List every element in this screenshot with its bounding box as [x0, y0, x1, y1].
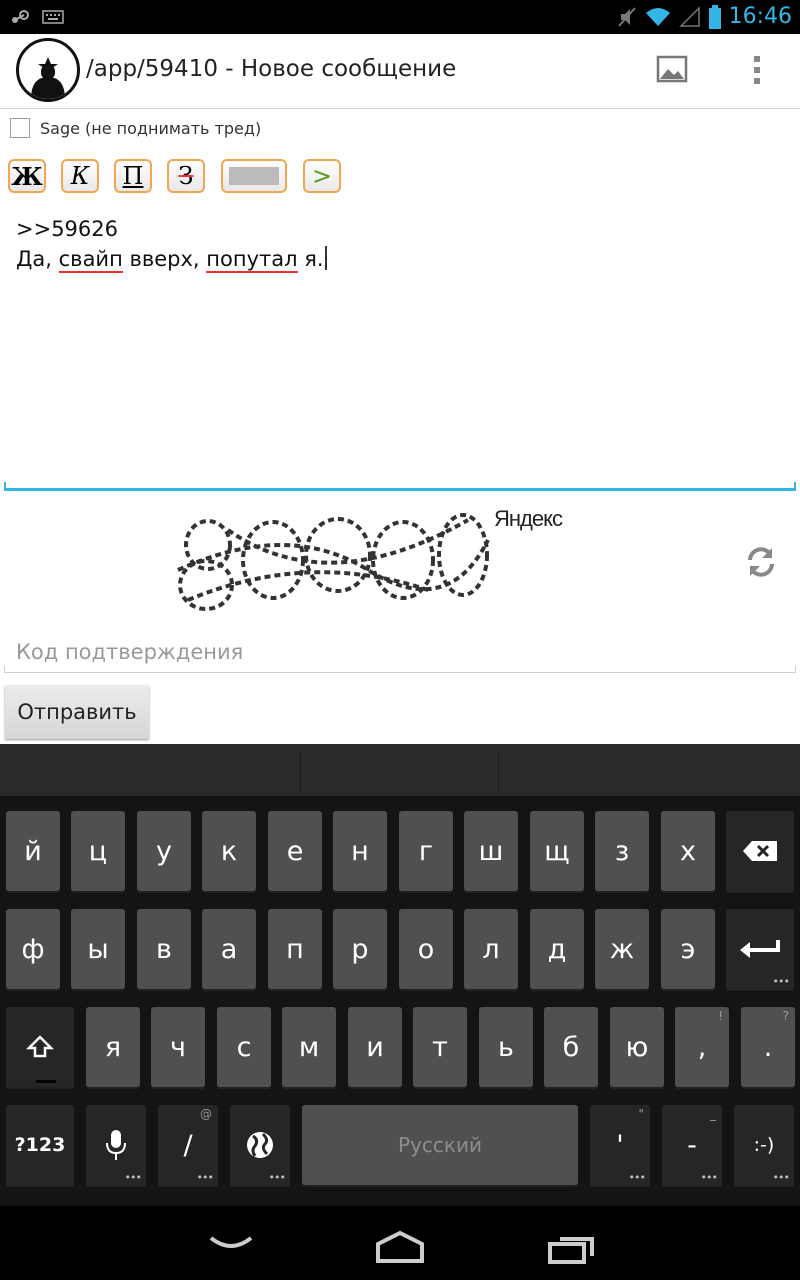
key-ц[interactable]: ц: [71, 811, 125, 891]
text-cursor: [324, 246, 327, 270]
mute-icon: [617, 6, 636, 27]
steam-icon: [12, 10, 29, 23]
message-line-2: Да, свайп вверх, попутал я.: [16, 244, 786, 274]
symbols-key[interactable]: ?123: [6, 1105, 74, 1185]
mic-key[interactable]: •••: [86, 1105, 146, 1185]
shift-icon: [26, 1035, 54, 1058]
key-у[interactable]: у: [137, 811, 191, 891]
navigation-bar: [0, 1206, 800, 1280]
page-title: /app/59410 - Новое сообщение: [86, 56, 457, 82]
sage-checkbox[interactable]: [10, 118, 30, 138]
bold-button[interactable]: Ж: [8, 159, 46, 193]
captcha-code-input[interactable]: Код подтверждения: [16, 640, 243, 664]
key-comma[interactable]: ,!: [675, 1007, 729, 1087]
message-input[interactable]: >>59626 Да, свайп вверх, попутал я.: [16, 214, 786, 274]
keyboard: й ц у к е н г ш щ з х ф ы в а п р о л д …: [0, 744, 800, 1206]
underline-button[interactable]: П: [114, 159, 152, 193]
app-logo[interactable]: [16, 38, 80, 102]
key-р[interactable]: р: [333, 909, 387, 989]
image-icon[interactable]: [656, 54, 688, 86]
key-ж[interactable]: ж: [595, 909, 649, 989]
quote-button[interactable]: >: [303, 159, 341, 193]
key-ы[interactable]: ы: [71, 909, 125, 989]
key-ь[interactable]: ь: [479, 1007, 533, 1087]
key-ф[interactable]: ф: [6, 909, 60, 989]
key-з[interactable]: з: [595, 811, 649, 891]
language-key[interactable]: •••: [230, 1105, 290, 1185]
overflow-menu-icon[interactable]: [745, 54, 769, 86]
sage-option[interactable]: Sage (не поднимать тред): [10, 118, 261, 138]
spoiler-button[interactable]: [221, 159, 287, 193]
space-key[interactable]: Русский: [302, 1105, 578, 1185]
signal-icon: [678, 5, 700, 27]
apostrophe-key[interactable]: ' " •••: [590, 1105, 650, 1185]
key-с[interactable]: с: [217, 1007, 271, 1087]
key-к[interactable]: к: [202, 811, 256, 891]
mic-icon: [106, 1130, 126, 1160]
key-в[interactable]: в: [137, 909, 191, 989]
captcha-image: Яндекс: [168, 500, 568, 618]
backspace-icon: [743, 841, 777, 861]
recents-icon[interactable]: [548, 1230, 596, 1266]
sage-label: Sage (не поднимать тред): [40, 118, 262, 138]
message-line-1: >>59626: [16, 217, 118, 241]
captcha-provider-logo: Яндекс: [494, 506, 563, 531]
key-ч[interactable]: ч: [151, 1007, 205, 1087]
message-underline: [4, 482, 796, 491]
suggestion-strip[interactable]: [0, 744, 800, 796]
enter-key[interactable]: •••: [726, 909, 794, 989]
key-ю[interactable]: ю: [610, 1007, 664, 1087]
key-э[interactable]: э: [661, 909, 715, 989]
smiley-key[interactable]: :-) •••: [734, 1105, 794, 1185]
action-bar: /app/59410 - Новое сообщение: [0, 34, 800, 109]
strike-button[interactable]: З: [167, 159, 205, 193]
keyboard-icon: [42, 10, 64, 24]
back-icon[interactable]: [208, 1234, 254, 1254]
key-т[interactable]: т: [413, 1007, 467, 1087]
key-а[interactable]: а: [202, 909, 256, 989]
key-п[interactable]: п: [268, 909, 322, 989]
globe-icon: [247, 1132, 273, 1158]
shift-key[interactable]: [6, 1007, 74, 1087]
key-ш[interactable]: ш: [464, 811, 518, 891]
key-щ[interactable]: щ: [530, 811, 584, 891]
dash-key[interactable]: - _ •••: [662, 1105, 722, 1185]
italic-button[interactable]: К: [61, 159, 99, 193]
code-underline: [4, 666, 796, 673]
key-я[interactable]: я: [86, 1007, 140, 1087]
key-б[interactable]: б: [544, 1007, 598, 1087]
key-е[interactable]: е: [268, 811, 322, 891]
key-х[interactable]: х: [661, 811, 715, 891]
status-bar: 16:46: [0, 0, 800, 34]
clock: 16:46: [728, 4, 792, 29]
key-д[interactable]: д: [530, 909, 584, 989]
key-и[interactable]: и: [348, 1007, 402, 1087]
battery-icon: [708, 4, 721, 29]
key-м[interactable]: м: [282, 1007, 336, 1087]
wifi-icon: [645, 7, 670, 26]
key-г[interactable]: г: [399, 811, 453, 891]
slash-key[interactable]: / @ •••: [158, 1105, 218, 1185]
key-period[interactable]: .?: [741, 1007, 795, 1087]
refresh-icon[interactable]: [744, 544, 778, 580]
home-icon[interactable]: [374, 1230, 426, 1266]
key-й[interactable]: й: [6, 811, 60, 891]
key-о[interactable]: о: [399, 909, 453, 989]
enter-icon: [740, 940, 780, 958]
key-л[interactable]: л: [464, 909, 518, 989]
send-button[interactable]: Отправить: [5, 685, 149, 739]
backspace-key[interactable]: [726, 811, 794, 891]
key-н[interactable]: н: [333, 811, 387, 891]
